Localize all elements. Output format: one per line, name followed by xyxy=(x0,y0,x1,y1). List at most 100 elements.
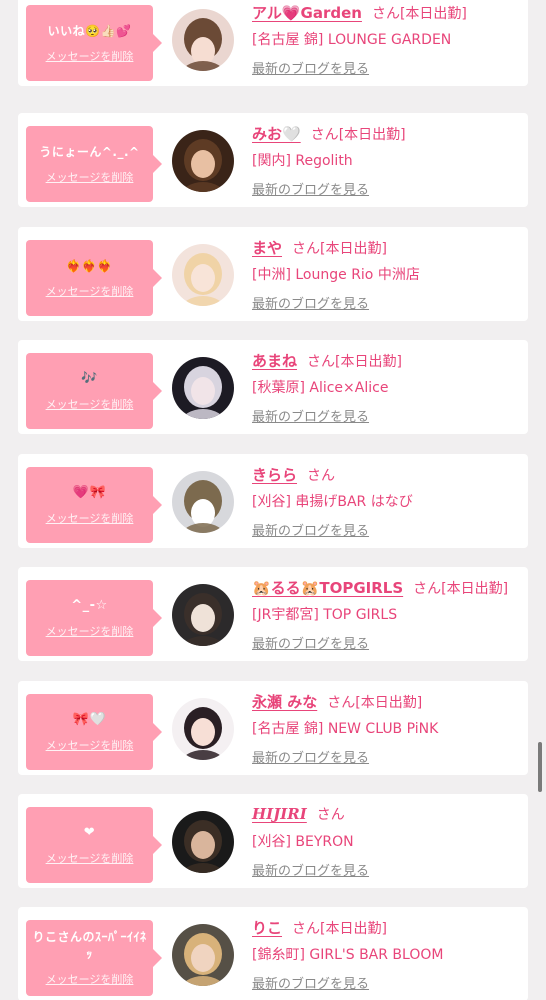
message-bubble: ❤️‍🔥❤️‍🔥❤️‍🔥 メッセージを削除 xyxy=(26,240,162,316)
honorific: さん xyxy=(371,6,400,22)
delete-message-link[interactable]: メッセージを削除 xyxy=(46,169,134,185)
honorific: さん xyxy=(307,468,336,484)
cast-name-link[interactable]: あまね xyxy=(252,350,297,371)
avatar-photo-5[interactable] xyxy=(172,471,234,533)
avatar-image xyxy=(172,924,234,986)
avatar-image xyxy=(172,9,234,71)
delete-message-link[interactable]: メッセージを削除 xyxy=(46,48,134,64)
avatar-photo-1[interactable] xyxy=(172,9,234,71)
cast-name-link[interactable]: HIJIRI xyxy=(252,805,307,823)
delete-message-link[interactable]: メッセージを削除 xyxy=(46,396,134,412)
card-info: HIJIRI さん [刈谷] BEYRON 最新のブログを見る xyxy=(252,804,524,879)
message-text: 💗🎀 xyxy=(72,485,107,500)
message-bubble: うにょーん^._.^ メッセージを削除 xyxy=(26,126,162,202)
shop-label: [錦糸町] GIRL'S BAR BLOOM xyxy=(252,947,444,963)
on-duty-badge: [本日出勤] xyxy=(338,127,406,143)
name-line: みお🤍 さん [本日出勤] xyxy=(252,123,524,147)
name-line: アル💗Garden さん [本日出勤] xyxy=(252,2,524,26)
on-duty-badge: [本日出勤] xyxy=(335,354,402,370)
latest-blog-link[interactable]: 最新のブログを見る xyxy=(252,179,369,198)
delete-message-link[interactable]: メッセージを削除 xyxy=(46,283,134,299)
latest-blog-link[interactable]: 最新のブログを見る xyxy=(252,860,369,879)
message-card: りこさんのｽｰﾊﾟｰｲｲﾈｯ メッセージを削除 りこ さん [本日出勤] [錦糸… xyxy=(18,907,528,1000)
message-card: ^_-☆ メッセージを削除 🐹るる🐹TOPGIRLS さん [本日出勤] [JR… xyxy=(18,567,528,661)
avatar-image xyxy=(172,471,234,533)
shop-label: [関内] Regolith xyxy=(252,153,353,169)
name-line: まや さん [本日出勤] xyxy=(252,237,524,261)
message-bubble: 🎀🤍 メッセージを削除 xyxy=(26,694,162,770)
cast-name-link[interactable]: アル💗Garden xyxy=(252,2,362,23)
shop-label: [名古屋 錦] NEW CLUB PiNK xyxy=(252,721,439,737)
latest-blog-link[interactable]: 最新のブログを見る xyxy=(252,293,369,312)
avatar-photo-6[interactable] xyxy=(172,584,234,646)
on-duty-badge: [本日出勤] xyxy=(399,6,467,22)
honorific: さん xyxy=(327,695,356,711)
scrollbar[interactable] xyxy=(538,742,542,792)
avatar-photo-3[interactable] xyxy=(172,244,234,306)
card-info: みお🤍 さん [本日出勤] [関内] Regolith 最新のブログを見る xyxy=(252,123,524,198)
message-bubble: ❤ メッセージを削除 xyxy=(26,807,162,883)
avatar-photo-8[interactable] xyxy=(172,811,234,873)
avatar-image xyxy=(172,811,234,873)
message-card: 💗🎀 メッセージを削除 きらら さん [刈谷] 串揚げBAR はなび 最新のブロ… xyxy=(18,454,528,548)
card-info: 🐹るる🐹TOPGIRLS さん [本日出勤] [JR宇都宮] TOP GIRLS… xyxy=(252,577,524,652)
message-text: ❤ xyxy=(83,825,96,840)
avatar-image xyxy=(172,357,234,419)
avatar-image xyxy=(172,698,234,760)
message-card: いいね🥺👍🏻💕 メッセージを削除 アル💗Garden さん [本日出勤] [名古… xyxy=(18,0,528,86)
delete-message-link[interactable]: メッセージを削除 xyxy=(46,737,134,753)
honorific: さん xyxy=(413,581,442,597)
message-text: りこさんのｽｰﾊﾟｰｲｲﾈｯ xyxy=(32,930,147,961)
avatar-photo-4[interactable] xyxy=(172,357,234,419)
honorific: さん xyxy=(316,807,345,823)
delete-message-link[interactable]: メッセージを削除 xyxy=(46,623,134,639)
name-line: あまね さん [本日出勤] xyxy=(252,350,524,374)
message-text: 🎀🤍 xyxy=(72,712,107,727)
message-bubble: りこさんのｽｰﾊﾟｰｲｲﾈｯ メッセージを削除 xyxy=(26,920,162,996)
on-duty-badge: [本日出勤] xyxy=(320,241,387,257)
shop-label: [中洲] Lounge Rio 中洲店 xyxy=(252,267,420,283)
honorific: さん xyxy=(292,241,321,257)
latest-blog-link[interactable]: 最新のブログを見る xyxy=(252,747,369,766)
message-card: ❤️‍🔥❤️‍🔥❤️‍🔥 メッセージを削除 まや さん [本日出勤] [中洲] … xyxy=(18,227,528,321)
cast-name-link[interactable]: 永瀬 みな xyxy=(252,691,317,712)
cast-name-link[interactable]: りこ xyxy=(252,917,282,938)
latest-blog-link[interactable]: 最新のブログを見る xyxy=(252,406,369,425)
latest-blog-link[interactable]: 最新のブログを見る xyxy=(252,58,369,77)
message-list: いいね🥺👍🏻💕 メッセージを削除 アル💗Garden さん [本日出勤] [名古… xyxy=(0,0,546,1000)
message-text: うにょーん^._.^ xyxy=(39,144,140,159)
cast-name-link[interactable]: きらら xyxy=(252,464,297,485)
message-card: 🎀🤍 メッセージを削除 永瀬 みな さん [本日出勤] [名古屋 錦] NEW … xyxy=(18,681,528,775)
message-bubble: ^_-☆ メッセージを削除 xyxy=(26,580,162,656)
avatar-photo-2[interactable] xyxy=(172,130,234,192)
cast-name-link[interactable]: まや xyxy=(252,237,282,258)
shop-label: [秋葉原] Alice×Alice xyxy=(252,380,389,396)
avatar-image xyxy=(172,244,234,306)
name-line: 永瀬 みな さん [本日出勤] xyxy=(252,691,524,715)
message-text: いいね🥺👍🏻💕 xyxy=(47,23,132,38)
name-line: HIJIRI さん xyxy=(252,804,524,828)
latest-blog-link[interactable]: 最新のブログを見る xyxy=(252,633,369,652)
honorific: さん xyxy=(292,921,321,937)
honorific: さん xyxy=(310,127,339,143)
avatar-image xyxy=(172,584,234,646)
card-info: まや さん [本日出勤] [中洲] Lounge Rio 中洲店 最新のブログを… xyxy=(252,237,524,312)
shop-label: [刈谷] 串揚げBAR はなび xyxy=(252,494,413,510)
delete-message-link[interactable]: メッセージを削除 xyxy=(46,510,134,526)
on-duty-badge: [本日出勤] xyxy=(355,695,423,711)
avatar-photo-9[interactable] xyxy=(172,924,234,986)
message-text: 🎶 xyxy=(81,371,98,386)
cast-name-link[interactable]: みお🤍 xyxy=(252,123,301,144)
card-info: きらら さん [刈谷] 串揚げBAR はなび 最新のブログを見る xyxy=(252,464,524,539)
delete-message-link[interactable]: メッセージを削除 xyxy=(46,971,134,987)
cast-name-link[interactable]: 🐹るる🐹TOPGIRLS xyxy=(252,577,403,598)
name-line: きらら さん xyxy=(252,464,524,488)
latest-blog-link[interactable]: 最新のブログを見る xyxy=(252,520,369,539)
shop-label: [刈谷] BEYRON xyxy=(252,834,354,850)
card-info: あまね さん [本日出勤] [秋葉原] Alice×Alice 最新のブログを見… xyxy=(252,350,524,425)
avatar-photo-7[interactable] xyxy=(172,698,234,760)
honorific: さん xyxy=(307,354,336,370)
message-card: 🎶 メッセージを削除 あまね さん [本日出勤] [秋葉原] Alice×Ali… xyxy=(18,340,528,434)
latest-blog-link[interactable]: 最新のブログを見る xyxy=(252,973,369,992)
delete-message-link[interactable]: メッセージを削除 xyxy=(46,850,134,866)
